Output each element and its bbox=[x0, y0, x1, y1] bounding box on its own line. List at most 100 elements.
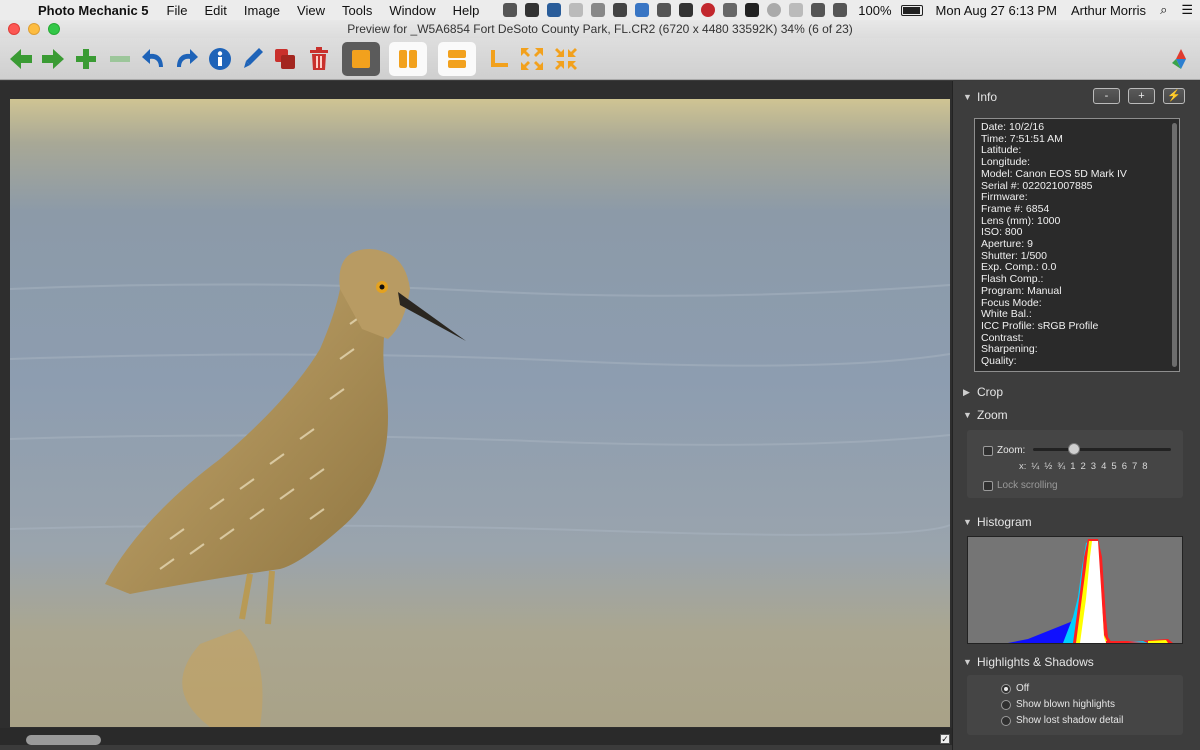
crop-section-header[interactable]: ▶ Crop bbox=[963, 385, 1003, 399]
highlights-subpanel: Off Show blown highlights Show lost shadow… bbox=[967, 675, 1183, 735]
info-button[interactable] bbox=[203, 42, 237, 76]
radio-button[interactable] bbox=[1001, 699, 1011, 710]
app-s-icon[interactable] bbox=[701, 3, 716, 17]
minimize-window-button[interactable] bbox=[28, 23, 40, 35]
highlights-option[interactable]: Show blown highlights bbox=[1001, 699, 1115, 710]
menu-edit[interactable]: Edit bbox=[204, 3, 226, 18]
edit-button[interactable] bbox=[236, 42, 270, 76]
volume-icon[interactable] bbox=[833, 3, 848, 17]
radio-button[interactable] bbox=[1001, 683, 1011, 694]
binoculars-icon[interactable] bbox=[745, 3, 760, 17]
zoom-subpanel: Zoom: x: ¼½¾12345678 Lock scrolling bbox=[967, 430, 1183, 498]
preview-photo[interactable] bbox=[10, 99, 950, 727]
zoom-scale-value: 7 bbox=[1131, 461, 1138, 472]
tag-button[interactable] bbox=[69, 42, 103, 76]
histogram-section-header[interactable]: ▼ Histogram bbox=[963, 515, 1032, 529]
stacked-view-button[interactable] bbox=[438, 42, 476, 76]
creative-cloud-icon[interactable] bbox=[591, 3, 606, 17]
highlights-option-label: Show blown highlights bbox=[1016, 699, 1115, 710]
pen-icon bbox=[244, 48, 263, 68]
info-section-header[interactable]: ▼ Info bbox=[963, 90, 997, 104]
window-title: Preview for _W5A6854 Fort DeSoto County … bbox=[347, 22, 853, 36]
spotlight-icon[interactable]: ⌕ bbox=[1160, 2, 1167, 18]
horizontal-scrollbar[interactable] bbox=[0, 728, 952, 745]
horizontal-scroll-thumb[interactable] bbox=[26, 735, 101, 745]
zoom-out-button[interactable] bbox=[549, 42, 583, 76]
menu-view[interactable]: View bbox=[297, 3, 325, 18]
info-icon bbox=[209, 48, 231, 70]
zoom-scale-value: ½ bbox=[1044, 461, 1053, 472]
close-window-button[interactable] bbox=[8, 23, 20, 35]
disclosure-open-icon: ▼ bbox=[963, 657, 972, 667]
zoom-section-header[interactable]: ▼ Zoom bbox=[963, 408, 1008, 422]
info-decrease-button[interactable]: - bbox=[1093, 88, 1120, 104]
tag-checkbox[interactable]: ✓ bbox=[940, 734, 950, 744]
zoom-window-button[interactable] bbox=[48, 23, 60, 35]
zoom-in-button[interactable] bbox=[515, 42, 549, 76]
zoom-checkbox-label: Zoom: bbox=[997, 445, 1026, 456]
menu-tools[interactable]: Tools bbox=[342, 3, 372, 18]
copy-button[interactable] bbox=[268, 42, 302, 76]
info-section-label: Info bbox=[977, 90, 998, 104]
highlights-section-header[interactable]: ▼ Highlights & Shadows bbox=[963, 655, 1094, 669]
radio-button[interactable] bbox=[1001, 715, 1011, 726]
zoom-scale-value: 4 bbox=[1101, 461, 1107, 472]
menu-clock[interactable]: Mon Aug 27 6:13 PM bbox=[936, 3, 1057, 18]
menu-user[interactable]: Arthur Morris bbox=[1071, 3, 1146, 18]
wifi-icon[interactable] bbox=[811, 3, 826, 17]
skype-icon[interactable] bbox=[635, 3, 650, 17]
menu-file[interactable]: File bbox=[167, 3, 188, 18]
time-machine-icon[interactable] bbox=[767, 3, 782, 17]
crop-button[interactable] bbox=[482, 42, 516, 76]
cloud-icon[interactable] bbox=[547, 3, 562, 17]
info-scrollbar[interactable] bbox=[1172, 123, 1177, 367]
highlights-option[interactable]: Show lost shadow detail bbox=[1001, 715, 1123, 726]
delete-button[interactable] bbox=[302, 42, 336, 76]
disclosure-open-icon: ▼ bbox=[963, 92, 972, 102]
malwarebytes-icon[interactable] bbox=[679, 3, 694, 17]
app-logo bbox=[1164, 42, 1198, 76]
heron-photo-illustration bbox=[10, 99, 950, 727]
zoom-checkbox[interactable] bbox=[983, 445, 993, 456]
battery-icon[interactable] bbox=[900, 4, 923, 16]
next-photo-button[interactable] bbox=[36, 42, 70, 76]
zoom-slider-track[interactable] bbox=[1033, 448, 1171, 451]
zoom-scale-value: 1 bbox=[1070, 461, 1076, 472]
film-icon[interactable] bbox=[503, 3, 518, 17]
menu-extras: 100% Mon Aug 27 6:13 PM Arthur Morris ⌕ … bbox=[499, 0, 1200, 20]
box-icon[interactable] bbox=[657, 3, 672, 17]
menu-window[interactable]: Window bbox=[389, 3, 435, 18]
side-by-side-button[interactable] bbox=[389, 42, 427, 76]
minus-icon bbox=[110, 56, 130, 62]
dropbox-icon[interactable] bbox=[525, 3, 540, 17]
zoom-slider-knob[interactable] bbox=[1068, 443, 1081, 455]
menu-image[interactable]: Image bbox=[244, 3, 280, 18]
single-view-button[interactable] bbox=[342, 42, 380, 76]
rotate-left-button[interactable] bbox=[137, 42, 171, 76]
zoom-checkbox-row[interactable]: Zoom: bbox=[983, 445, 1025, 456]
window-controls bbox=[8, 23, 60, 35]
shield-icon[interactable] bbox=[723, 3, 738, 17]
lock-scrolling-row[interactable]: Lock scrolling bbox=[983, 480, 1058, 491]
info-line: Model: Canon EOS 5D Mark IV bbox=[981, 167, 1127, 180]
info-action-button[interactable]: ⚡ bbox=[1163, 88, 1185, 104]
info-metadata-box[interactable]: Date: 10/2/16 Time: 7:51:51 AM Latitude: Lo… bbox=[974, 118, 1180, 372]
menu-app-name[interactable]: Photo Mechanic 5 bbox=[38, 3, 149, 18]
info-increase-button[interactable]: + bbox=[1128, 88, 1155, 104]
rotate-right-button[interactable] bbox=[169, 42, 203, 76]
bluetooth-icon[interactable] bbox=[789, 3, 804, 17]
info-line: Aperture: 9 bbox=[981, 238, 1033, 251]
inspector-panel: ▼ Info - + ⚡ Date: 10/2/16 Time: 7:51:51 … bbox=[952, 81, 1200, 750]
sync-icon[interactable] bbox=[569, 3, 584, 17]
lock-scrolling-checkbox[interactable] bbox=[983, 480, 993, 491]
notification-center-icon[interactable]: ☰ bbox=[1181, 2, 1193, 18]
disclosure-closed-icon: ▶ bbox=[963, 386, 970, 397]
menu-help[interactable]: Help bbox=[453, 3, 480, 18]
zoom-arrows-icon bbox=[521, 48, 543, 70]
c-app-icon[interactable] bbox=[613, 3, 628, 17]
stacked-icon bbox=[448, 50, 466, 68]
side-by-side-icon bbox=[399, 50, 417, 68]
untag-button[interactable] bbox=[103, 42, 137, 76]
previous-photo-button[interactable] bbox=[4, 42, 38, 76]
highlights-option[interactable]: Off bbox=[1001, 683, 1029, 694]
